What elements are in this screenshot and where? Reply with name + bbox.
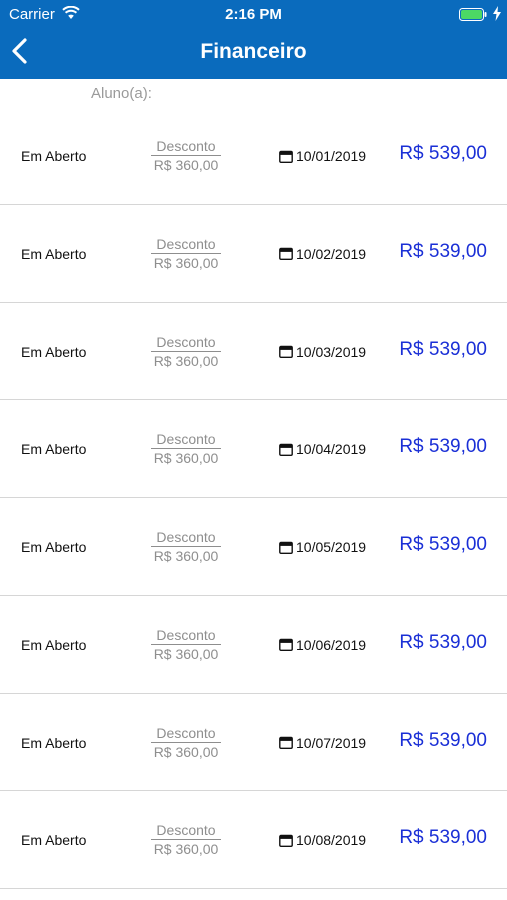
- payment-amount: R$ 539,00: [399, 436, 487, 458]
- discount-label: Desconto: [151, 529, 221, 547]
- discount-label: Desconto: [151, 334, 221, 352]
- payment-list: Em Aberto Desconto R$ 360,00 10/01/2019 …: [0, 107, 507, 889]
- calendar-icon: [279, 443, 293, 456]
- discount-label: Desconto: [151, 822, 221, 841]
- payment-date: 10/01/2019: [279, 148, 366, 164]
- payment-date: 10/06/2019: [279, 637, 366, 653]
- calendar-icon: [279, 639, 293, 652]
- payment-date-text: 10/06/2019: [296, 636, 367, 653]
- payment-discount: Desconto R$ 360,00: [148, 138, 224, 173]
- payment-date: 10/08/2019: [279, 832, 366, 848]
- payment-discount: Desconto R$ 360,00: [148, 431, 224, 466]
- battery-icon: [459, 8, 487, 21]
- discount-value: R$ 360,00: [153, 352, 219, 369]
- payment-discount: Desconto R$ 360,00: [148, 822, 224, 857]
- discount-label: Desconto: [151, 725, 221, 743]
- payment-status: Em Aberto: [21, 539, 87, 555]
- app-header: Carrier 2:16 PM Financeiro: [0, 0, 507, 79]
- payment-row[interactable]: Em Aberto Desconto R$ 360,00 10/04/2019 …: [0, 400, 507, 498]
- discount-value: R$ 360,00: [153, 841, 219, 858]
- discount-value: R$ 360,00: [153, 548, 219, 564]
- discount-value: R$ 360,00: [153, 157, 219, 173]
- payment-amount: R$ 539,00: [399, 631, 487, 653]
- payment-status: Em Aberto: [21, 343, 87, 360]
- calendar-icon: [279, 834, 293, 847]
- payment-row[interactable]: Em Aberto Desconto R$ 360,00 10/02/2019 …: [0, 205, 507, 303]
- payment-status: Em Aberto: [21, 245, 87, 262]
- payment-status: Em Aberto: [21, 148, 87, 164]
- payment-date-text: 10/05/2019: [296, 539, 367, 555]
- payment-row[interactable]: Em Aberto Desconto R$ 360,00 10/03/2019 …: [0, 303, 507, 401]
- payment-row[interactable]: Em Aberto Desconto R$ 360,00 10/08/2019 …: [0, 791, 507, 889]
- payment-row[interactable]: Em Aberto Desconto R$ 360,00 10/05/2019 …: [0, 498, 507, 596]
- discount-value: R$ 360,00: [153, 743, 219, 760]
- status-time: 2:16 PM: [225, 6, 282, 23]
- payment-row[interactable]: Em Aberto Desconto R$ 360,00 10/01/2019 …: [0, 107, 507, 205]
- payment-date-text: 10/01/2019: [296, 148, 367, 164]
- payment-amount: R$ 539,00: [399, 827, 487, 849]
- payment-date: 10/07/2019: [279, 735, 366, 751]
- payment-date-text: 10/03/2019: [296, 343, 367, 360]
- discount-label: Desconto: [151, 627, 221, 645]
- payment-status: Em Aberto: [21, 734, 87, 751]
- payment-discount: Desconto R$ 360,00: [148, 627, 224, 662]
- payment-date: 10/03/2019: [279, 344, 366, 360]
- payment-discount: Desconto R$ 360,00: [148, 334, 224, 369]
- payment-status: Em Aberto: [21, 636, 87, 653]
- page-title: Financeiro: [200, 40, 307, 63]
- discount-value: R$ 360,00: [153, 645, 219, 662]
- discount-label: Desconto: [151, 138, 221, 156]
- payment-amount: R$ 539,00: [399, 240, 487, 262]
- discount-label: Desconto: [151, 431, 221, 450]
- calendar-icon: [279, 541, 293, 554]
- payment-date: 10/02/2019: [279, 246, 366, 262]
- payment-discount: Desconto R$ 360,00: [148, 725, 224, 760]
- payment-amount: R$ 539,00: [399, 534, 487, 555]
- payment-date-text: 10/08/2019: [296, 832, 367, 849]
- charge-icon: [493, 6, 501, 21]
- discount-value: R$ 360,00: [153, 450, 219, 467]
- payment-row[interactable]: Em Aberto Desconto R$ 360,00 10/07/2019 …: [0, 694, 507, 792]
- payment-amount: R$ 539,00: [399, 729, 487, 751]
- discount-value: R$ 360,00: [153, 254, 219, 271]
- payment-discount: Desconto R$ 360,00: [148, 529, 224, 564]
- payment-date: 10/04/2019: [279, 441, 366, 457]
- calendar-icon: [279, 248, 293, 261]
- status-bar: Carrier 2:16 PM: [0, 0, 507, 28]
- calendar-icon: [279, 150, 293, 163]
- calendar-icon: [279, 345, 293, 358]
- payment-amount: R$ 539,00: [399, 338, 487, 360]
- student-row: Aluno(a):: [0, 79, 507, 107]
- payment-row[interactable]: Em Aberto Desconto R$ 360,00 10/06/2019 …: [0, 596, 507, 694]
- discount-label: Desconto: [151, 236, 221, 254]
- payment-amount: R$ 539,00: [399, 143, 487, 164]
- payment-date-text: 10/02/2019: [296, 245, 367, 262]
- student-label: Aluno(a):: [91, 85, 152, 102]
- calendar-icon: [279, 736, 293, 749]
- payment-date-text: 10/04/2019: [296, 441, 367, 458]
- payment-status: Em Aberto: [21, 441, 87, 458]
- payment-date: 10/05/2019: [279, 539, 366, 555]
- payment-discount: Desconto R$ 360,00: [148, 236, 224, 271]
- payment-status: Em Aberto: [21, 832, 87, 849]
- payment-date-text: 10/07/2019: [296, 734, 367, 751]
